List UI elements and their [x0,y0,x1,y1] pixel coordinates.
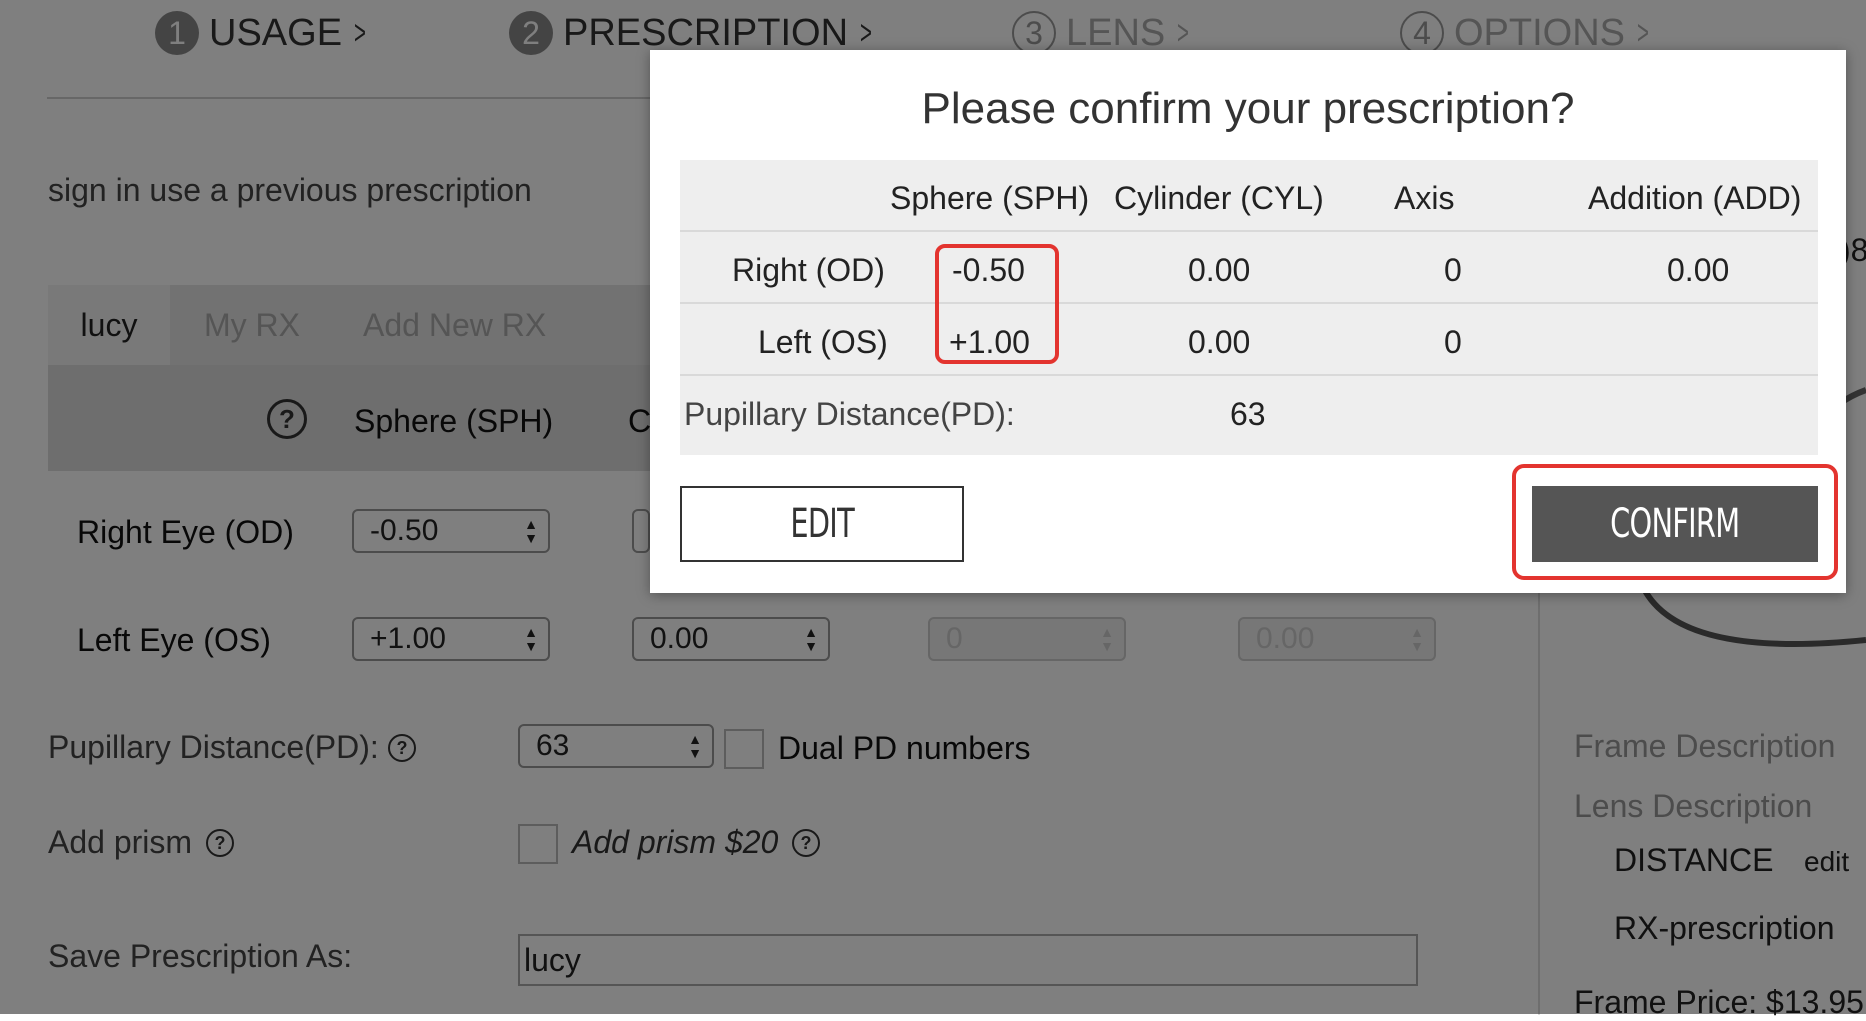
left-axis-value: 0 [1444,324,1462,360]
confirm-prescription-dialog: Please confirm your prescription? Sphere… [650,50,1846,593]
left-cylinder-value: 0.00 [1188,324,1251,360]
right-addition-value: 0.00 [1667,252,1730,288]
edit-button[interactable]: EDIT [680,486,964,562]
right-cylinder-value: 0.00 [1188,252,1251,288]
prescription-summary-table: Sphere (SPH) Cylinder (CYL) Axis Additio… [680,160,1818,455]
table-divider [680,302,1818,304]
header-cylinder: Cylinder (CYL) [1114,180,1324,216]
table-divider [680,374,1818,376]
table-divider [680,230,1818,232]
row-label-left: Left (OS) [758,324,888,360]
row-label-right: Right (OD) [732,252,885,288]
dialog-title: Please confirm your prescription? [921,84,1575,133]
header-sphere: Sphere (SPH) [890,180,1090,216]
confirm-highlight-box [1512,464,1838,580]
edit-button-label: EDIT [790,501,854,547]
right-axis-value: 0 [1444,252,1462,288]
header-axis: Axis [1394,180,1455,216]
pd-label: Pupillary Distance(PD): [684,396,1015,432]
sphere-highlight-box [935,244,1059,364]
header-addition: Addition (ADD) [1588,180,1802,216]
pd-value: 63 [1230,396,1266,432]
